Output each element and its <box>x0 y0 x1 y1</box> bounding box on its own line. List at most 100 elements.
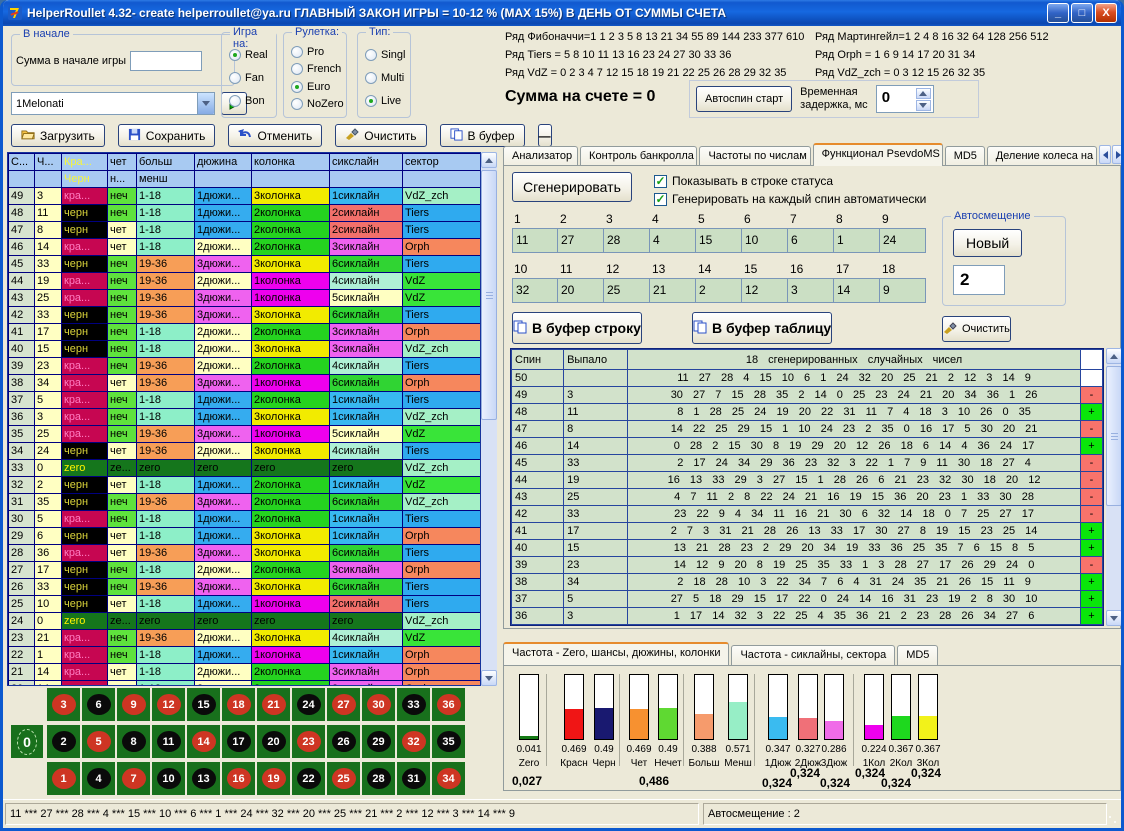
history-table[interactable]: С...Ч...Кра...четбольшдюжинаколонкасиксл… <box>8 153 481 686</box>
history-row[interactable]: 3923кра...неч19-362дюжи...2колонка4сикла… <box>9 358 481 375</box>
board-cell-17[interactable]: 17 <box>222 725 255 758</box>
board-cell-zero[interactable]: 0 <box>11 725 43 758</box>
board-cell-21[interactable]: 21 <box>257 688 290 721</box>
history-row[interactable]: 4614кра...чет1-182дюжи...2колонка3сиклай… <box>9 239 481 256</box>
board-cell-20[interactable]: 20 <box>257 725 290 758</box>
grid-value-cell[interactable]: 2 <box>696 278 742 303</box>
history-row[interactable]: 3525кра...неч19-363дюжи...1колонка5сикла… <box>9 426 481 443</box>
history-row[interactable]: 4419кра...неч19-362дюжи...1колонка4сикла… <box>9 273 481 290</box>
spins-row[interactable]: 37527 5 18 29 15 17 22 0 24 14 16 31 23 … <box>512 591 1103 608</box>
board-cell-35[interactable]: 35 <box>432 725 465 758</box>
spins-row[interactable]: 47814 22 25 29 15 1 10 24 23 2 35 0 16 1… <box>512 421 1103 438</box>
autoshift-value-field[interactable]: 2 <box>953 265 1005 295</box>
checkbox-show-status[interactable]: ✓ Показывать в строке статуса <box>654 174 833 188</box>
radio-option-french[interactable]: French <box>291 63 344 75</box>
history-scroll-thumb[interactable] <box>481 170 497 420</box>
grid-value-cell[interactable]: 20 <box>558 278 604 303</box>
history-row[interactable]: 478чернчет1-181дюжи...2колонка2сиклайнTi… <box>9 222 481 239</box>
spins-row[interactable]: 423323 22 9 4 34 11 16 21 30 6 32 14 18 … <box>512 506 1103 523</box>
spins-scroll-thumb[interactable] <box>1106 366 1122 506</box>
resize-grip[interactable] <box>1107 814 1119 826</box>
board-cell-29[interactable]: 29 <box>362 725 395 758</box>
grid-value-cell[interactable]: 15 <box>696 228 742 253</box>
history-row[interactable]: 322чернчет1-181дюжи...2колонка1сиклайнVd… <box>9 477 481 494</box>
board-cell-30[interactable]: 30 <box>362 688 395 721</box>
load-button[interactable]: Загрузить <box>11 124 105 147</box>
radio-option-euro[interactable]: Euro <box>291 81 344 93</box>
history-row[interactable]: 221кра...неч1-181дюжи...1колонка1сиклайн… <box>9 647 481 664</box>
board-cell-9[interactable]: 9 <box>117 688 150 721</box>
spins-scrollbar[interactable] <box>1106 348 1122 626</box>
spins-row[interactable]: 45332 17 24 34 29 36 23 32 3 22 1 7 9 11… <box>512 455 1103 472</box>
minimize-button[interactable]: _ <box>1047 3 1069 23</box>
grid-value-cell[interactable]: 3 <box>788 278 834 303</box>
radio-option-multi[interactable]: Multi <box>365 72 408 84</box>
history-row[interactable]: 2836кра...чет19-363дюжи...3колонка6сикла… <box>9 545 481 562</box>
freq-tab-md5[interactable]: MD5 <box>897 645 938 665</box>
history-scrollbar[interactable] <box>481 152 497 686</box>
spins-table[interactable]: СпинВыпало18 сгенерированных случайных ч… <box>511 349 1103 625</box>
board-cell-7[interactable]: 7 <box>117 762 150 795</box>
board-cell-18[interactable]: 18 <box>222 688 255 721</box>
board-cell-4[interactable]: 4 <box>82 762 115 795</box>
board-cell-1[interactable]: 1 <box>47 762 80 795</box>
history-row[interactable]: 4533черннеч19-363дюжи...3колонка6сиклайн… <box>9 256 481 273</box>
profile-combobox[interactable]: 1Melonati <box>11 92 215 115</box>
tab--[interactable]: Контроль банкролла <box>580 146 697 166</box>
spins-row[interactable]: 392314 12 9 20 8 19 25 35 33 1 3 28 27 1… <box>512 557 1103 574</box>
new-shift-button[interactable]: Новый <box>953 229 1022 257</box>
board-cell-28[interactable]: 28 <box>362 762 395 795</box>
board-cell-31[interactable]: 31 <box>397 762 430 795</box>
grid-value-cell[interactable]: 6 <box>788 228 834 253</box>
history-row[interactable]: 3834кра...чет19-363дюжи...1колонка6сикла… <box>9 375 481 392</box>
board-cell-36[interactable]: 36 <box>432 688 465 721</box>
tab-scroll-left-button[interactable] <box>1099 145 1111 164</box>
board-cell-11[interactable]: 11 <box>152 725 185 758</box>
grid-value-cell[interactable]: 11 <box>512 228 558 253</box>
board-cell-13[interactable]: 13 <box>187 762 220 795</box>
history-row[interactable]: 4811черннеч1-181дюжи...2колонка2сиклайнT… <box>9 205 481 222</box>
spins-row[interactable]: 49330 27 7 15 28 35 2 14 0 25 23 24 21 2… <box>512 387 1103 404</box>
grid-value-cell[interactable]: 4 <box>650 228 696 253</box>
history-row[interactable]: 4233черннеч19-363дюжи...3колонка6сиклайн… <box>9 307 481 324</box>
title-bar[interactable]: HelperRoullet 4.32- create helperroullet… <box>3 0 1121 26</box>
history-row[interactable]: 493кра...неч1-181дюжи...3колонка1сиклайн… <box>9 188 481 205</box>
tab-scroll-right-button[interactable] <box>1112 145 1124 164</box>
history-row[interactable]: 2510чернчет1-181дюжи...1колонка2сиклайнT… <box>9 596 481 613</box>
radio-option-fan[interactable]: Fan <box>229 72 274 84</box>
radio-option-pro[interactable]: Pro <box>291 46 344 58</box>
radio-option-nozero[interactable]: NoZero <box>291 98 344 110</box>
grid-value-cell[interactable]: 12 <box>742 278 788 303</box>
spins-row[interactable]: 401513 21 28 23 2 29 20 34 19 33 36 25 3… <box>512 540 1103 557</box>
radio-option-real[interactable]: Real <box>229 49 274 61</box>
history-row[interactable]: 375кра...неч1-181дюжи...2колонка1сиклайн… <box>9 392 481 409</box>
spinner-up-button[interactable] <box>916 88 931 99</box>
grid-value-cell[interactable]: 9 <box>880 278 926 303</box>
spins-row[interactable]: 48118 1 28 25 24 19 20 22 31 11 7 4 18 3… <box>512 404 1103 421</box>
radio-option-live[interactable]: Live <box>365 95 408 107</box>
board-cell-8[interactable]: 8 <box>117 725 150 758</box>
board-cell-14[interactable]: 14 <box>187 725 220 758</box>
history-row[interactable]: 240zeroze...zerozerozerozeroVdZ_zch <box>9 613 481 630</box>
grid-value-cell[interactable]: 25 <box>604 278 650 303</box>
board-cell-25[interactable]: 25 <box>327 762 360 795</box>
history-row[interactable]: 330zeroze...zerozerozerozeroVdZ_zch <box>9 460 481 477</box>
board-cell-3[interactable]: 3 <box>47 688 80 721</box>
history-row[interactable]: 2114кра...чет1-182дюжи...2колонка3сиклай… <box>9 664 481 681</box>
undo-button[interactable]: Отменить <box>228 124 322 147</box>
board-cell-16[interactable]: 16 <box>222 762 255 795</box>
start-sum-input[interactable] <box>130 51 202 71</box>
history-row[interactable]: 3135черннеч19-363дюжи...2колонка6сиклайн… <box>9 494 481 511</box>
tab--psevdoms[interactable]: Функционал PsevdoMS <box>813 143 943 166</box>
spins-row[interactable]: 5011 27 28 4 15 10 6 1 24 32 20 25 21 2 … <box>512 370 1103 387</box>
spins-row[interactable]: 46140 28 2 15 30 8 19 29 20 12 26 18 6 1… <box>512 438 1103 455</box>
scroll-up-button[interactable] <box>481 152 497 168</box>
delay-spinner[interactable]: 0 <box>876 85 934 113</box>
board-cell-5[interactable]: 5 <box>82 725 115 758</box>
combobox-dropdown-button[interactable] <box>197 93 214 114</box>
grid-value-cell[interactable]: 27 <box>558 228 604 253</box>
radio-option-bon[interactable]: Bon <box>229 95 274 107</box>
generate-button[interactable]: Сгенерировать <box>512 172 632 202</box>
clear-generated-button[interactable]: Очистить <box>942 316 1011 342</box>
board-cell-32[interactable]: 32 <box>397 725 430 758</box>
